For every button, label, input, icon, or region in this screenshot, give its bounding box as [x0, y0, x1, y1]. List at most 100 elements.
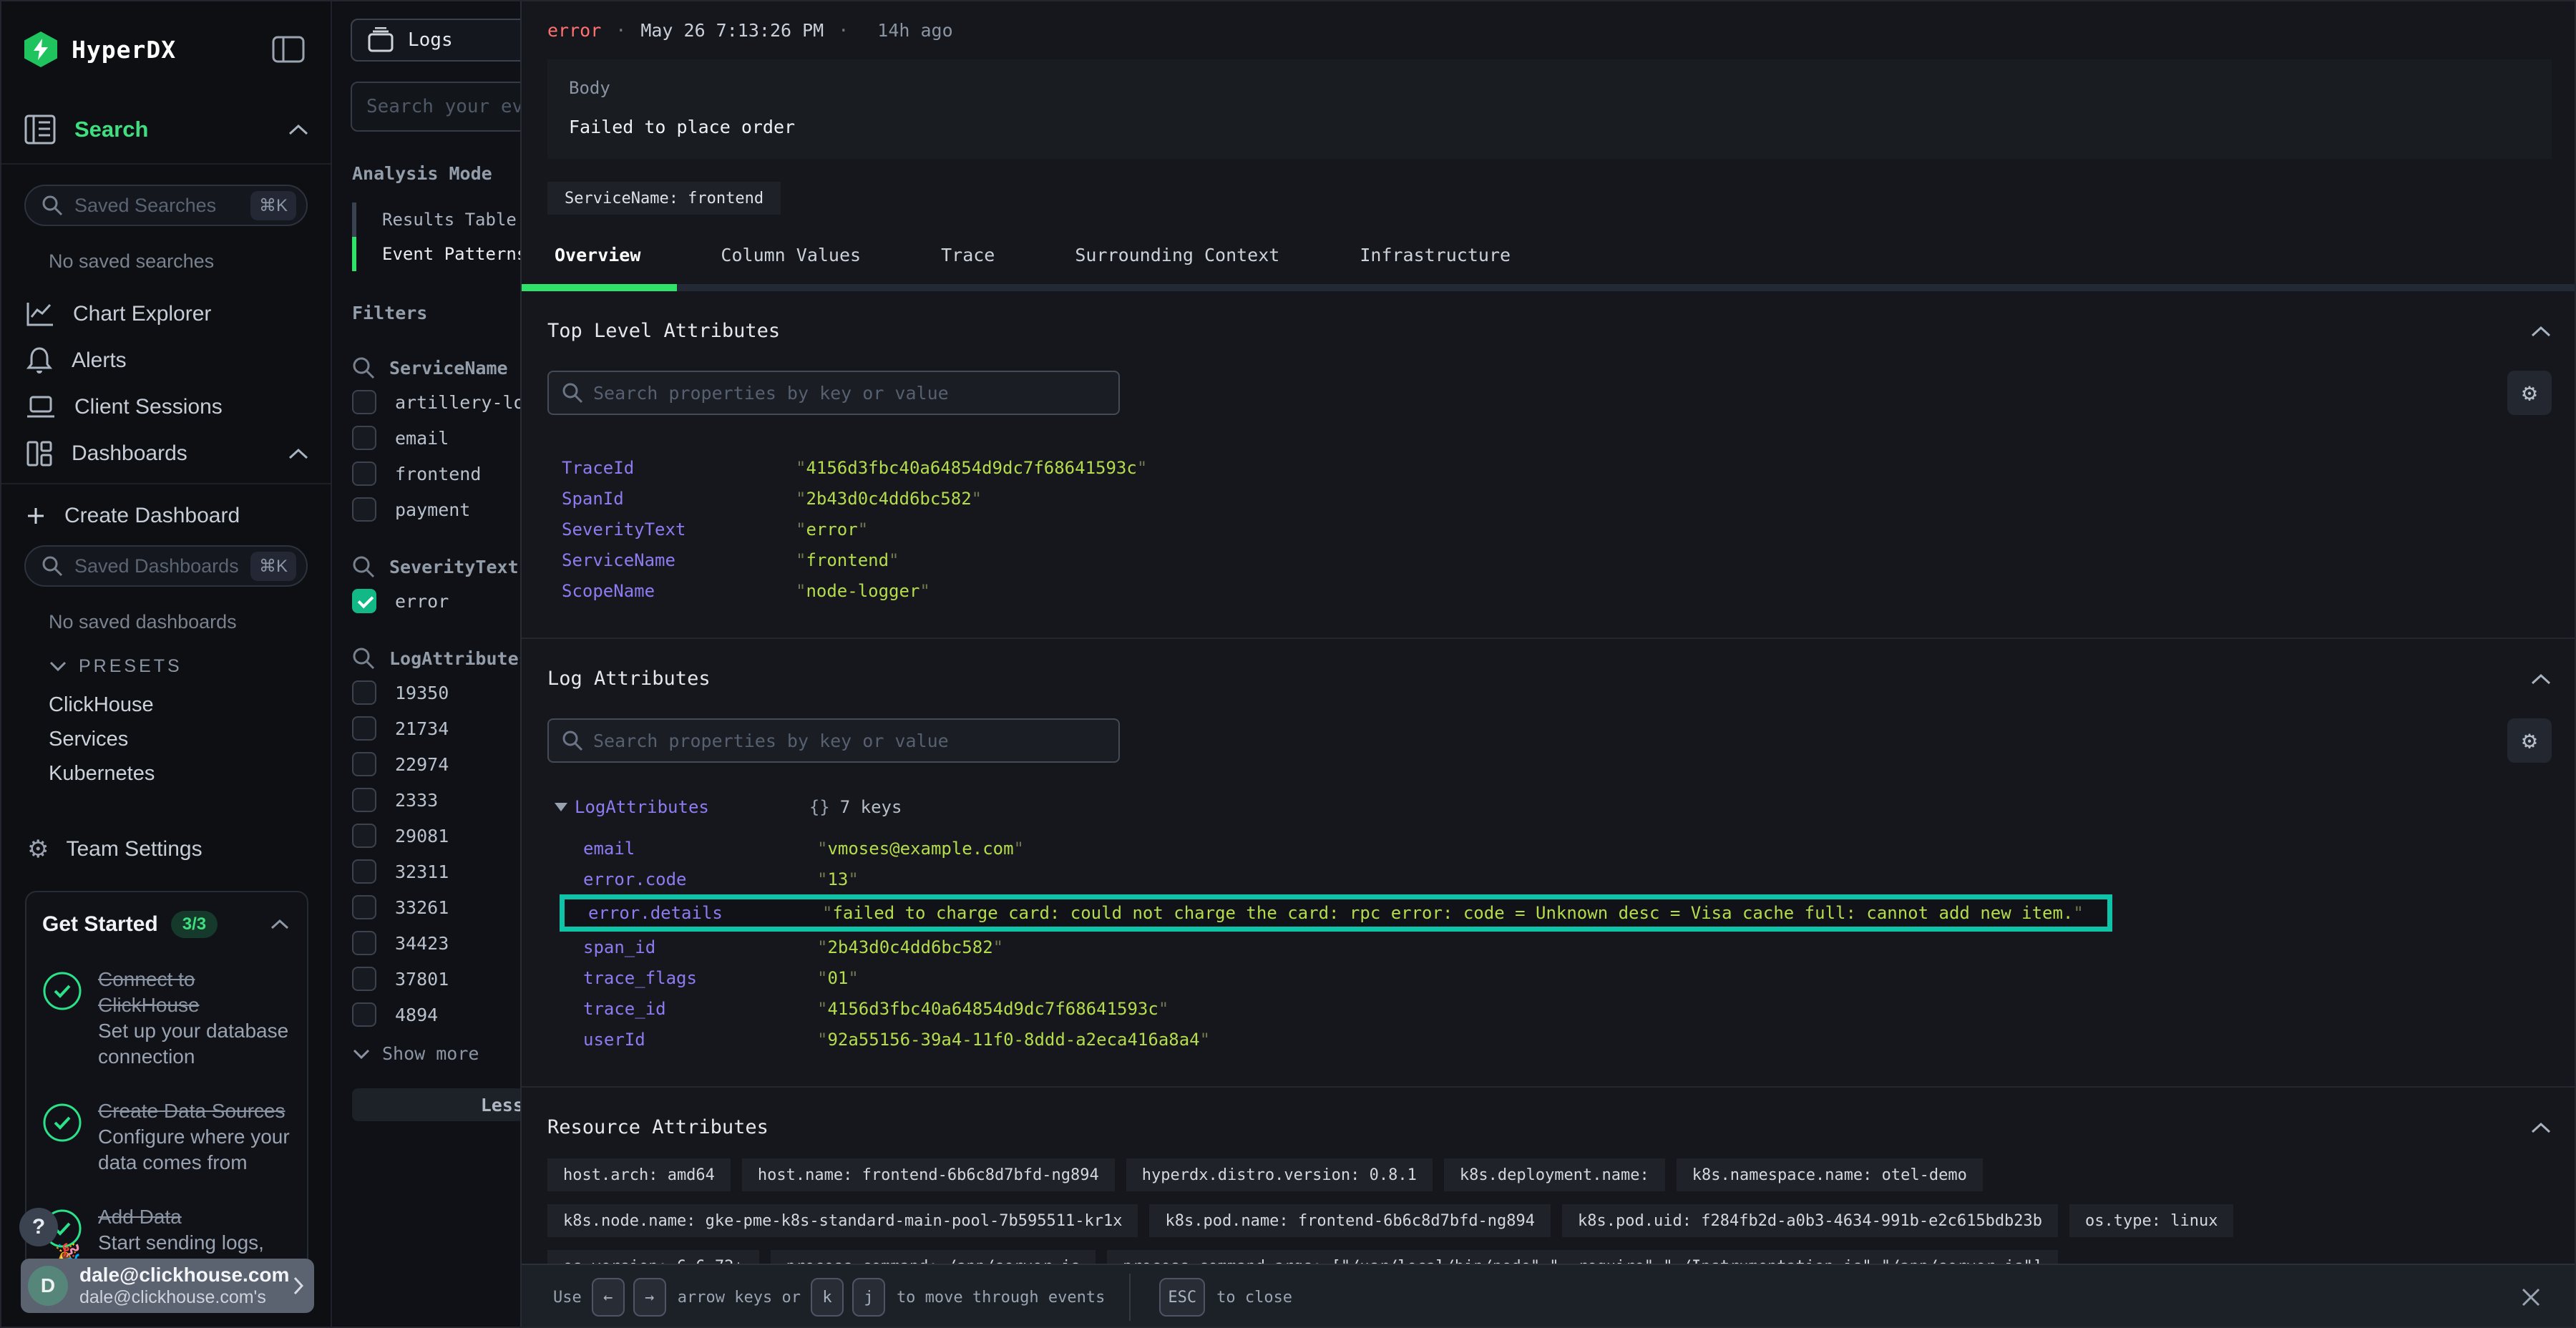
- chevron-up-icon[interactable]: [2530, 325, 2552, 338]
- checkbox[interactable]: [352, 716, 376, 741]
- help-button[interactable]: ?: [19, 1208, 58, 1246]
- checkbox[interactable]: [352, 1002, 376, 1027]
- attribute-row: ServiceNamefrontend: [562, 545, 2552, 575]
- attribute-row: SeverityTexterror: [562, 514, 2552, 545]
- attribute-key[interactable]: error.details: [588, 903, 822, 923]
- attribute-key[interactable]: userId: [583, 1030, 817, 1050]
- service-chip[interactable]: ServiceName: frontend: [547, 182, 781, 215]
- presets-header[interactable]: PRESETS: [1, 652, 331, 680]
- attribute-key[interactable]: ServiceName: [562, 550, 796, 570]
- tab-infrastructure[interactable]: Infrastructure: [1360, 245, 1511, 284]
- attribute-key[interactable]: SeverityText: [562, 519, 796, 540]
- resource-pill[interactable]: os.type: linux: [2069, 1204, 2233, 1237]
- attribute-key[interactable]: ScopeName: [562, 581, 796, 601]
- attribute-value[interactable]: 4156d3fbc40a64854d9dc7f68641593c: [796, 458, 1147, 478]
- tab-trace[interactable]: Trace: [941, 245, 995, 284]
- attribute-row: TraceId4156d3fbc40a64854d9dc7f68641593c: [562, 452, 2552, 483]
- chevron-up-icon[interactable]: [2530, 1121, 2552, 1134]
- sidebar-item-search[interactable]: Search: [1, 67, 331, 145]
- properties-search-input[interactable]: [547, 371, 1120, 415]
- properties-search-field[interactable]: [593, 731, 1106, 751]
- attribute-value[interactable]: 2b43d0c4dd6bc582: [796, 489, 982, 509]
- attribute-value[interactable]: frontend: [796, 550, 899, 570]
- properties-search-field[interactable]: [593, 383, 1106, 404]
- attribute-value[interactable]: failed to charge card: could not charge …: [822, 903, 2084, 923]
- saved-dashboards-input[interactable]: ⌘K: [24, 545, 308, 587]
- attribute-value[interactable]: node-logger: [796, 581, 930, 601]
- sidebar-item-chart-explorer[interactable]: Chart Explorer: [1, 297, 331, 331]
- get-started-step[interactable]: Create Data Sources Configure where your…: [42, 1098, 290, 1176]
- checkbox[interactable]: [352, 680, 376, 705]
- checkbox[interactable]: [352, 462, 376, 486]
- sidebar-item-clickhouse[interactable]: ClickHouse: [1, 688, 331, 722]
- attribute-key[interactable]: span_id: [583, 937, 817, 957]
- chevron-down-icon: [49, 660, 67, 672]
- resource-pill[interactable]: hyperdx.distro.version: 0.8.1: [1126, 1158, 1433, 1191]
- attribute-value[interactable]: 01: [817, 968, 859, 988]
- attribute-key[interactable]: error.code: [583, 869, 817, 889]
- checkbox[interactable]: [352, 426, 376, 450]
- checkbox[interactable]: [352, 497, 376, 522]
- get-started-header[interactable]: Get Started 3/3: [42, 911, 290, 938]
- chevron-up-icon[interactable]: [2530, 673, 2552, 685]
- step-title: Add Data: [98, 1204, 290, 1230]
- properties-search-input[interactable]: [547, 718, 1120, 763]
- attribute-value[interactable]: 13: [817, 869, 859, 889]
- saved-dashboards-field[interactable]: [74, 555, 250, 577]
- attribute-value[interactable]: 92a55156-39a4-11f0-8ddd-a2eca416a8a4: [817, 1030, 1210, 1050]
- attribute-key[interactable]: TraceId: [562, 458, 796, 478]
- attribute-value[interactable]: 4156d3fbc40a64854d9dc7f68641593c: [817, 999, 1169, 1019]
- tab-column-values[interactable]: Column Values: [721, 245, 861, 284]
- chevron-up-icon[interactable]: [288, 447, 309, 460]
- checkbox-checked[interactable]: [352, 589, 376, 613]
- tab-overview[interactable]: Overview: [555, 245, 640, 284]
- sidebar-item-services[interactable]: Services: [1, 722, 331, 756]
- attribute-key[interactable]: trace_id: [583, 999, 817, 1019]
- get-started-step[interactable]: Connect to ClickHouse Set up your databa…: [42, 967, 290, 1070]
- checkbox[interactable]: [352, 967, 376, 991]
- sidebar-item-alerts[interactable]: Alerts: [1, 343, 331, 378]
- resource-pill[interactable]: k8s.node.name: gke-pme-k8s-standard-main…: [547, 1204, 1138, 1237]
- resource-pill[interactable]: host.name: frontend-6b6c8d7bfd-ng894: [742, 1158, 1115, 1191]
- sidebar-item-dashboards[interactable]: Dashboards: [1, 436, 331, 471]
- settings-gear-button[interactable]: ⚙: [2507, 718, 2552, 763]
- sidebar-item-client-sessions[interactable]: Client Sessions: [1, 390, 331, 424]
- saved-searches-field[interactable]: [74, 195, 250, 217]
- tab-surrounding-context[interactable]: Surrounding Context: [1075, 245, 1279, 284]
- attribute-value[interactable]: error: [796, 519, 868, 540]
- resource-pill[interactable]: k8s.pod.name: frontend-6b6c8d7bfd-ng894: [1149, 1204, 1551, 1237]
- saved-searches-input[interactable]: ⌘K: [24, 185, 308, 226]
- attribute-key[interactable]: SpanId: [562, 489, 796, 509]
- resource-pill[interactable]: k8s.pod.uid: f284fb2d-a0b3-4634-991b-e2c…: [1562, 1204, 2058, 1237]
- checkbox[interactable]: [352, 824, 376, 848]
- attribute-value[interactable]: 2b43d0c4dd6bc582: [817, 937, 1003, 957]
- attribute-key[interactable]: trace_flags: [583, 968, 817, 988]
- user-menu[interactable]: D dale@clickhouse.com dale@clickhouse.co…: [21, 1259, 314, 1313]
- sidebar-item-kubernetes[interactable]: Kubernetes: [1, 756, 331, 791]
- sidebar-collapse-icon[interactable]: [268, 32, 309, 67]
- checkbox[interactable]: [352, 931, 376, 955]
- shortcut-badge: ⌘K: [250, 552, 296, 581]
- attribute-key[interactable]: email: [583, 839, 817, 859]
- resource-pill[interactable]: host.arch: amd64: [547, 1158, 731, 1191]
- checkbox[interactable]: [352, 895, 376, 919]
- right-arrow-keycap: →: [633, 1278, 666, 1317]
- checkbox[interactable]: [352, 752, 376, 776]
- logattributes-tree-root[interactable]: LogAttributes {} 7 keys: [547, 794, 2552, 820]
- top-level-attributes-table: TraceId4156d3fbc40a64854d9dc7f68641593c …: [547, 452, 2552, 606]
- resource-pill[interactable]: k8s.deployment.name:: [1444, 1158, 1665, 1191]
- section-title: Top Level Attributes: [547, 320, 780, 342]
- attribute-value[interactable]: vmoses@example.com: [817, 839, 1024, 859]
- checkbox[interactable]: [352, 788, 376, 812]
- create-dashboard-button[interactable]: Create Dashboard: [1, 499, 331, 533]
- settings-gear-button[interactable]: ⚙: [2507, 371, 2552, 415]
- avatar: D: [28, 1266, 68, 1306]
- chevron-up-icon[interactable]: [270, 919, 290, 930]
- close-icon[interactable]: [2513, 1279, 2549, 1315]
- attribute-row: trace_flags01: [583, 962, 2552, 993]
- chevron-up-icon[interactable]: [288, 123, 309, 136]
- sidebar-item-team-settings[interactable]: ⚙ Team Settings: [1, 835, 331, 864]
- checkbox[interactable]: [352, 859, 376, 884]
- resource-pill[interactable]: k8s.namespace.name: otel-demo: [1677, 1158, 1983, 1191]
- checkbox[interactable]: [352, 390, 376, 414]
